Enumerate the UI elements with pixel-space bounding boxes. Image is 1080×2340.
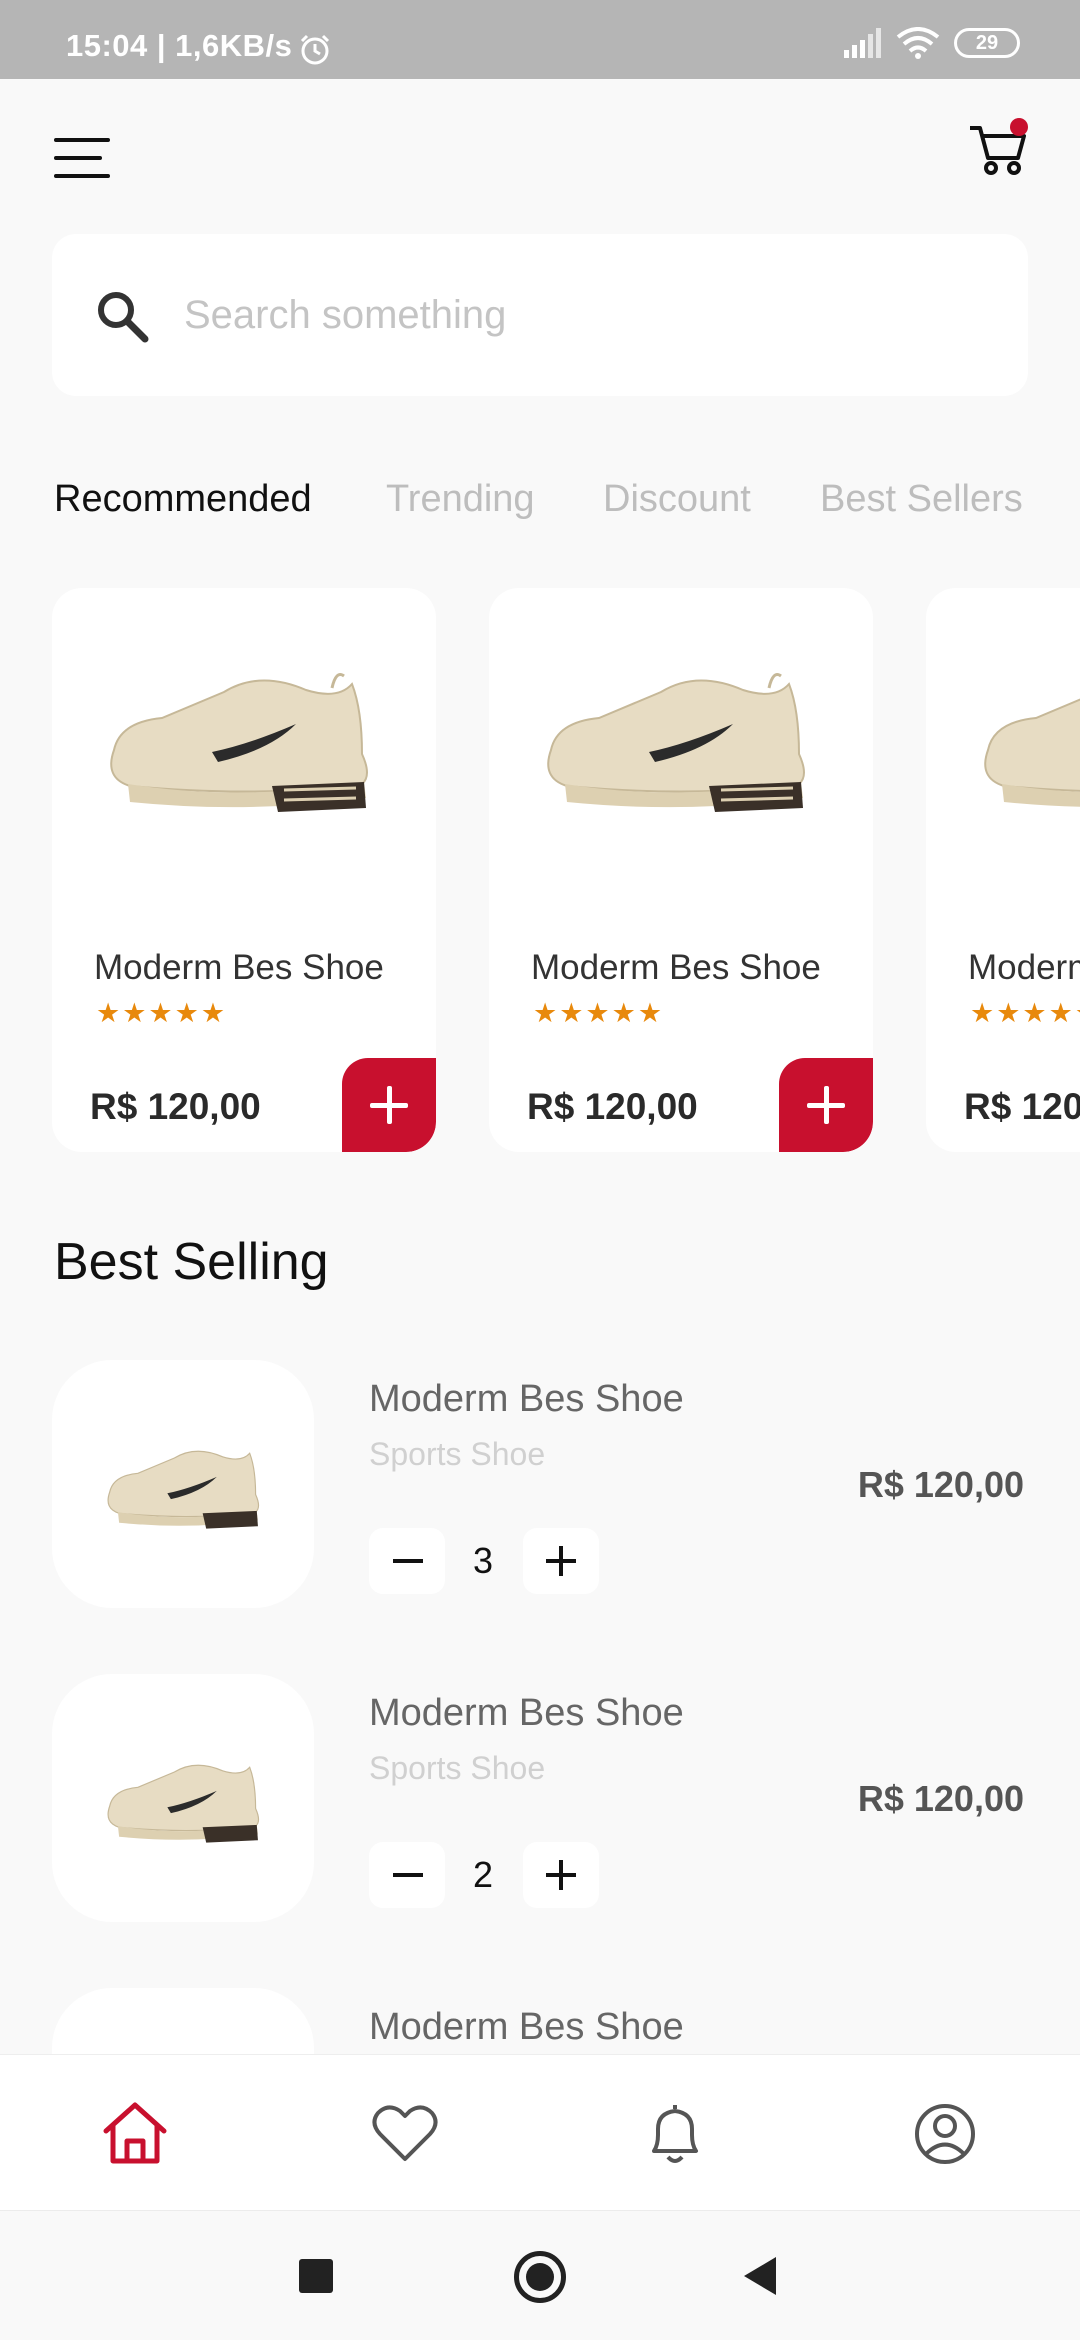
item-name: Moderm Bes Shoe <box>369 1692 684 1734</box>
bell-icon[interactable] <box>640 2099 710 2169</box>
status-bar: 15:04 | 1,6KB/s 29 <box>0 0 1080 79</box>
add-to-cart-button[interactable] <box>779 1058 873 1152</box>
battery-icon: 29 <box>954 28 1020 58</box>
rating-stars: ★★★★★ <box>970 998 1080 1028</box>
system-navigation-bar <box>0 2210 1080 2340</box>
product-card[interactable]: Moderm Bes Shoe ★★★★★ R$ 120,00 <box>489 588 873 1152</box>
status-time: 15:04 | 1,6KB/s <box>66 28 293 63</box>
home-button[interactable] <box>514 2251 566 2303</box>
shoe-image <box>984 698 1080 807</box>
cart-button[interactable] <box>966 114 1032 180</box>
app-screen: 15:04 | 1,6KB/s 29 Search something Reco… <box>0 0 1080 2340</box>
signal-icon <box>844 28 881 58</box>
decrease-quantity-button[interactable] <box>369 1528 445 1594</box>
heart-icon[interactable] <box>370 2099 440 2169</box>
user-icon[interactable] <box>910 2099 980 2169</box>
search-icon <box>98 292 149 343</box>
quantity-value: 3 <box>472 1540 494 1581</box>
item-category: Sports Shoe <box>369 1750 546 1786</box>
add-to-cart-button[interactable] <box>342 1058 436 1152</box>
product-name: Moderm Bes Shoe <box>531 948 821 987</box>
rating-stars: ★★★★★ <box>96 998 228 1028</box>
list-item[interactable]: Moderm Bes Shoe Sports Shoe R$ 120,00 2 <box>0 1674 1080 1924</box>
product-price: R$ 120,00 <box>90 1086 261 1127</box>
tab-trending[interactable]: Trending <box>386 478 535 521</box>
decrease-quantity-button[interactable] <box>369 1842 445 1908</box>
shoe-image <box>107 1764 260 1843</box>
wifi-icon <box>896 27 940 59</box>
product-thumbnail <box>52 1674 314 1922</box>
battery-level: 29 <box>975 31 999 54</box>
status-icons: 29 <box>842 26 1020 60</box>
increase-quantity-button[interactable] <box>523 1528 599 1594</box>
shoe-image <box>107 1450 260 1529</box>
shoe-image <box>547 673 805 812</box>
item-category: Sports Shoe <box>369 1436 546 1472</box>
search-bar[interactable] <box>52 234 1028 396</box>
list-item[interactable]: Moderm Bes Shoe Sports Shoe R$ 120,00 3 <box>0 1360 1080 1610</box>
product-name: Moderm Bes Shoe <box>94 948 384 987</box>
item-name: Moderm Bes Shoe <box>369 2006 684 2048</box>
quantity-value: 2 <box>472 1854 494 1895</box>
section-title-best-selling: Best Selling <box>54 1233 329 1291</box>
home-icon[interactable] <box>100 2099 170 2169</box>
recent-apps-button[interactable] <box>299 2259 333 2293</box>
tab-recommended[interactable]: Recommended <box>54 478 312 521</box>
tab-best-sellers[interactable]: Best Sellers <box>820 478 1023 521</box>
product-thumbnail <box>52 1360 314 1608</box>
product-price: R$ 120,00 <box>527 1086 698 1127</box>
item-name: Moderm Bes Shoe <box>369 1378 684 1420</box>
tab-discount[interactable]: Discount <box>603 478 751 521</box>
back-button[interactable] <box>742 2255 778 2297</box>
alarm-icon <box>300 34 330 65</box>
product-price: R$ 120,00 <box>964 1086 1080 1127</box>
bottom-navigation <box>0 2054 1080 2210</box>
shoe-image <box>110 673 368 812</box>
item-price: R$ 120,00 <box>857 1778 1024 1819</box>
product-card[interactable]: Moderm Bes Shoe ★★★★★ R$ 120,00 <box>926 588 1080 1152</box>
product-card[interactable]: Moderm Bes Shoe ★★★★★ R$ 120,00 <box>52 588 436 1152</box>
item-price: R$ 120,00 <box>857 1464 1024 1505</box>
cart-badge <box>1010 118 1028 136</box>
hamburger-menu-icon[interactable] <box>54 138 114 180</box>
increase-quantity-button[interactable] <box>523 1842 599 1908</box>
rating-stars: ★★★★★ <box>533 998 665 1028</box>
search-input[interactable] <box>184 274 984 356</box>
product-name: Moderm Bes Shoe <box>968 948 1080 987</box>
